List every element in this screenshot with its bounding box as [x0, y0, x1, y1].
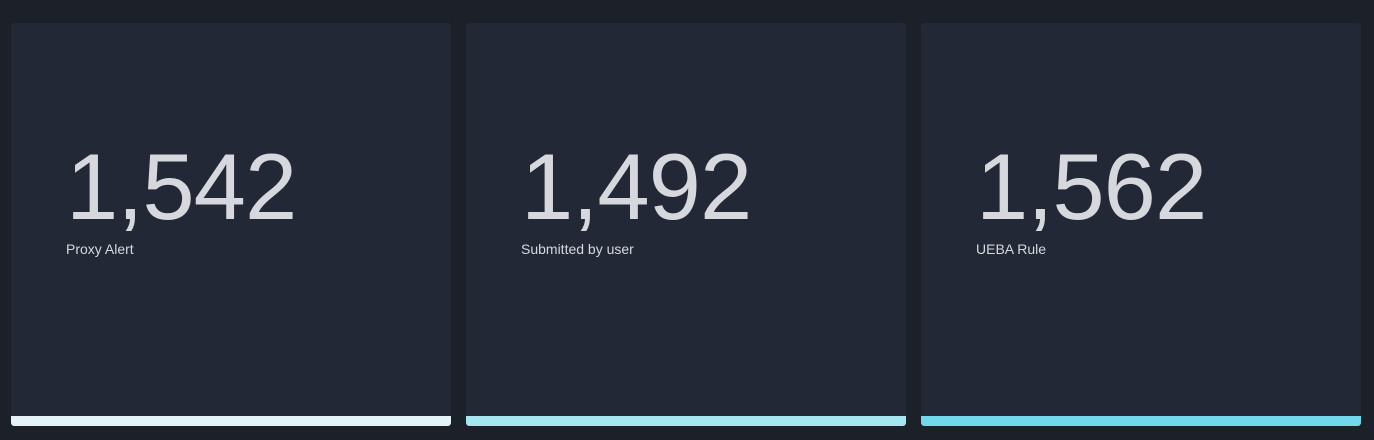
dashboard: 1,542 Proxy Alert 1,492 Submitted by use… [0, 0, 1374, 440]
stat-value: 1,492 [521, 134, 752, 239]
accent-bar [921, 416, 1361, 426]
stat-label: Proxy Alert [66, 241, 134, 257]
accent-bar [466, 416, 906, 426]
stat-label: Submitted by user [521, 241, 634, 257]
stat-panel-proxy-alert[interactable]: 1,542 Proxy Alert [11, 23, 451, 426]
stat-label: UEBA Rule [976, 241, 1047, 257]
stat-value: 1,542 [66, 134, 297, 239]
stat-value: 1,562 [976, 134, 1207, 239]
stat-panel-ueba-rule[interactable]: 1,562 UEBA Rule [921, 23, 1361, 426]
accent-bar [11, 416, 451, 426]
stat-panel-submitted-by-user[interactable]: 1,492 Submitted by user [466, 23, 906, 426]
